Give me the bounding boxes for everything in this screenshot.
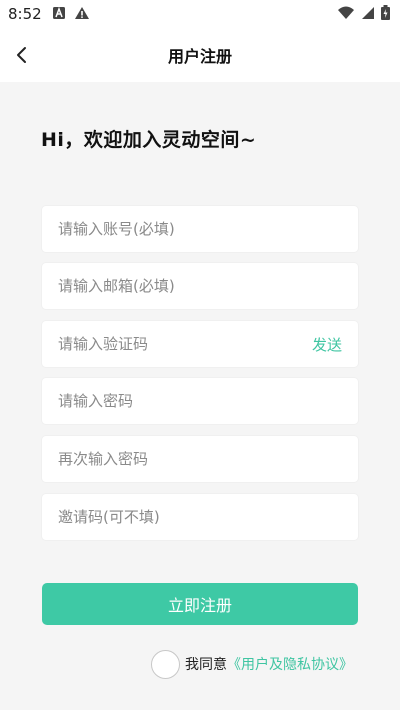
notification-a-icon — [52, 5, 66, 24]
password-input[interactable] — [58, 392, 342, 410]
battery-icon — [381, 4, 390, 24]
verification-code-field: 发送 — [42, 321, 358, 367]
page-title: 用户注册 — [167, 47, 232, 66]
bottom-spacer — [0, 702, 400, 710]
status-bar: 8:52 — [0, 0, 400, 28]
email-field — [42, 263, 358, 309]
agreement-row: 我同意 《用户及隐私协议》 — [151, 649, 353, 679]
agree-checkbox[interactable] — [151, 649, 180, 679]
back-button[interactable] — [8, 41, 36, 69]
send-code-button[interactable]: 发送 — [312, 334, 342, 355]
register-button[interactable]: 立即注册 — [42, 583, 358, 625]
password-field — [42, 378, 358, 424]
invite-code-field — [42, 494, 358, 540]
register-screen: 8:52 用户注册 Hi，欢迎加入灵动空间~ 请输入账号(必填) 请输入邮箱(必… — [0, 0, 400, 710]
privacy-agreement-link[interactable]: 《用户及隐私协议》 — [227, 654, 353, 674]
warning-icon — [74, 5, 90, 24]
invite-code-input[interactable] — [58, 508, 342, 526]
status-notification-icons — [52, 5, 90, 24]
wifi-icon — [337, 5, 355, 24]
welcome-heading: Hi，欢迎加入灵动空间~ — [41, 129, 257, 151]
confirm-password-field — [42, 436, 358, 482]
confirm-password-input[interactable] — [58, 450, 342, 468]
email-input[interactable] — [58, 277, 342, 295]
page-header: 用户注册 — [0, 28, 400, 82]
status-time: 8:52 — [8, 5, 42, 23]
status-system-icons — [337, 4, 390, 24]
signal-icon — [361, 5, 375, 24]
account-field — [42, 206, 358, 252]
account-input[interactable] — [58, 220, 342, 238]
chevron-left-icon — [17, 47, 26, 63]
verification-code-input[interactable] — [58, 335, 312, 353]
agreement-prefix: 我同意 — [185, 657, 227, 673]
